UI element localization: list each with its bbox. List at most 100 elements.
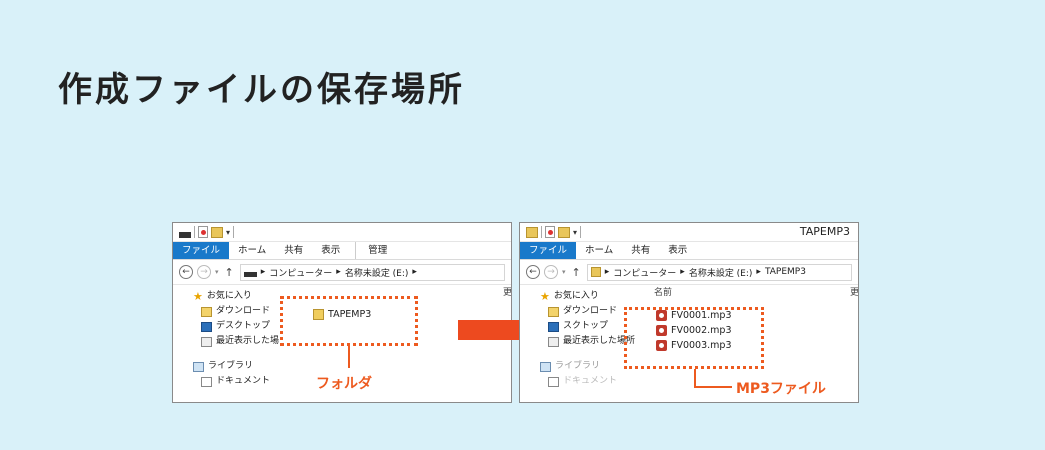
nav-label: ドキュメント [216, 376, 271, 386]
tab-share[interactable]: 共有 [275, 242, 312, 259]
recent-locations-chevron-icon[interactable]: ▾ [562, 268, 566, 276]
toolbar-divider [580, 226, 582, 238]
breadcrumb-folder[interactable]: TAPEMP3 [765, 267, 806, 277]
address-separator: ▸ [260, 267, 266, 277]
recent-locations-chevron-icon[interactable]: ▾ [215, 268, 219, 276]
download-folder-icon [201, 306, 212, 317]
nav-desktop[interactable]: スクトップ [540, 319, 635, 334]
folder-icon [590, 267, 601, 277]
nav-label: スクトップ [563, 321, 609, 331]
download-folder-icon [548, 306, 559, 317]
computer-icon [243, 271, 257, 277]
toolbar-divider [233, 226, 235, 238]
nav-label: お気に入り [553, 291, 599, 301]
address-separator: ▸ [412, 267, 417, 277]
library-icon [193, 361, 204, 372]
address-bar-row: ← → ▾ ↑ ▸ コンピューター ▸ 名称未設定 (E:) ▸ [173, 260, 511, 285]
back-icon[interactable]: ← [179, 265, 193, 279]
up-arrow-icon[interactable]: ↑ [225, 266, 234, 279]
back-icon[interactable]: ← [526, 265, 540, 279]
up-arrow-icon[interactable]: ↑ [572, 266, 581, 279]
navigation-pane: ★ お気に入り ダウンロード スクトップ 最近表示した場所 ライブラリ ドキュメ… [540, 289, 635, 389]
desktop-icon [548, 321, 559, 332]
star-icon: ★ [540, 289, 550, 303]
star-icon: ★ [193, 289, 203, 303]
nav-recent[interactable]: 最近表示した場所 [540, 334, 635, 349]
nav-downloads[interactable]: ダウンロード [540, 304, 635, 319]
quick-access-toolbar: ▾ [526, 226, 582, 238]
address-separator: ▸ [604, 267, 610, 277]
navigation-pane: ★ お気に入り ダウンロード デスクトップ 最近表示した場 ライブラリ ドキュメ… [193, 289, 279, 389]
title-bar: ▾ [173, 223, 511, 242]
recent-icon [548, 336, 559, 347]
address-separator: ▸ [680, 267, 685, 277]
tab-file[interactable]: ファイル [520, 242, 577, 259]
callout-mp3-files: MP3ファイル [736, 381, 826, 397]
column-header-modified[interactable]: 更 [503, 285, 511, 298]
tab-home[interactable]: ホーム [576, 242, 622, 259]
nav-label: デスクトップ [216, 321, 271, 331]
address-bar-row: ← → ▾ ↑ ▸ コンピューター ▸ 名称未設定 (E:) ▸ TAPEMP3 [520, 260, 858, 285]
address-bar[interactable]: ▸ コンピューター ▸ 名称未設定 (E:) ▸ TAPEMP3 [586, 263, 852, 281]
callout-line-mp3-horizontal [694, 386, 732, 388]
new-folder-icon[interactable] [558, 226, 570, 238]
page-title: 作成ファイルの保存場所 [58, 70, 465, 110]
nav-label: ダウンロード [216, 306, 271, 316]
nav-libraries[interactable]: ライブラリ [540, 359, 635, 374]
ribbon-tabs: ファイル ホーム 共有 表示 [520, 242, 858, 260]
breadcrumb-drive[interactable]: 名称未設定 (E:) [689, 266, 753, 279]
tab-manage[interactable]: 管理 [355, 242, 399, 259]
window-title: TAPEMP3 [799, 225, 850, 238]
breadcrumb-computer[interactable]: コンピューター [269, 266, 332, 279]
callout-line-folder [348, 346, 350, 368]
tab-view[interactable]: 表示 [312, 242, 349, 259]
documents-icon [201, 376, 212, 387]
breadcrumb-drive[interactable]: 名称未設定 (E:) [345, 266, 409, 279]
library-icon [540, 361, 551, 372]
column-header-modified[interactable]: 更 [850, 285, 858, 298]
quick-access-toolbar: ▾ [179, 226, 235, 238]
documents-icon [548, 376, 559, 387]
nav-label: ドキュメント [563, 376, 618, 386]
nav-label: ダウンロード [563, 306, 618, 316]
drive-icon [179, 232, 191, 238]
callout-folder: フォルダ [316, 376, 372, 392]
ribbon-tabs: ファイル ホーム 共有 表示 管理 [173, 242, 511, 260]
desktop-icon [201, 321, 212, 332]
nav-libraries[interactable]: ライブラリ [193, 359, 279, 374]
breadcrumb-computer[interactable]: コンピューター [613, 266, 676, 279]
nav-favorites[interactable]: ★ お気に入り [540, 289, 635, 304]
address-bar[interactable]: ▸ コンピューター ▸ 名称未設定 (E:) ▸ [239, 263, 505, 281]
recent-icon [201, 336, 212, 347]
nav-recent[interactable]: 最近表示した場 [193, 334, 279, 349]
properties-icon[interactable] [198, 226, 208, 238]
nav-label: お気に入り [206, 291, 252, 301]
nav-label: ライブラリ [208, 361, 254, 371]
tab-home[interactable]: ホーム [229, 242, 275, 259]
chevron-down-icon[interactable]: ▾ [226, 228, 230, 237]
properties-icon[interactable] [545, 226, 555, 238]
nav-label: ライブラリ [555, 361, 601, 371]
column-header-name[interactable]: 名前 [654, 285, 672, 298]
nav-downloads[interactable]: ダウンロード [193, 304, 279, 319]
tab-file[interactable]: ファイル [173, 242, 230, 259]
chevron-down-icon[interactable]: ▾ [573, 228, 577, 237]
title-bar: ▾ TAPEMP3 [520, 223, 858, 242]
forward-icon[interactable]: → [197, 265, 211, 279]
forward-icon[interactable]: → [544, 265, 558, 279]
nav-documents[interactable]: ドキュメント [540, 374, 635, 389]
folder-icon [526, 226, 538, 238]
nav-documents[interactable]: ドキュメント [193, 374, 279, 389]
toolbar-divider [541, 226, 542, 238]
tab-share[interactable]: 共有 [622, 242, 659, 259]
nav-favorites[interactable]: ★ お気に入り [193, 289, 279, 304]
nav-label: 最近表示した場 [216, 336, 280, 346]
highlight-box-mp3-files [624, 307, 764, 369]
highlight-box-folder [280, 296, 418, 346]
tab-view[interactable]: 表示 [659, 242, 696, 259]
nav-desktop[interactable]: デスクトップ [193, 319, 279, 334]
new-folder-icon[interactable] [211, 226, 223, 238]
address-separator: ▸ [756, 267, 761, 277]
